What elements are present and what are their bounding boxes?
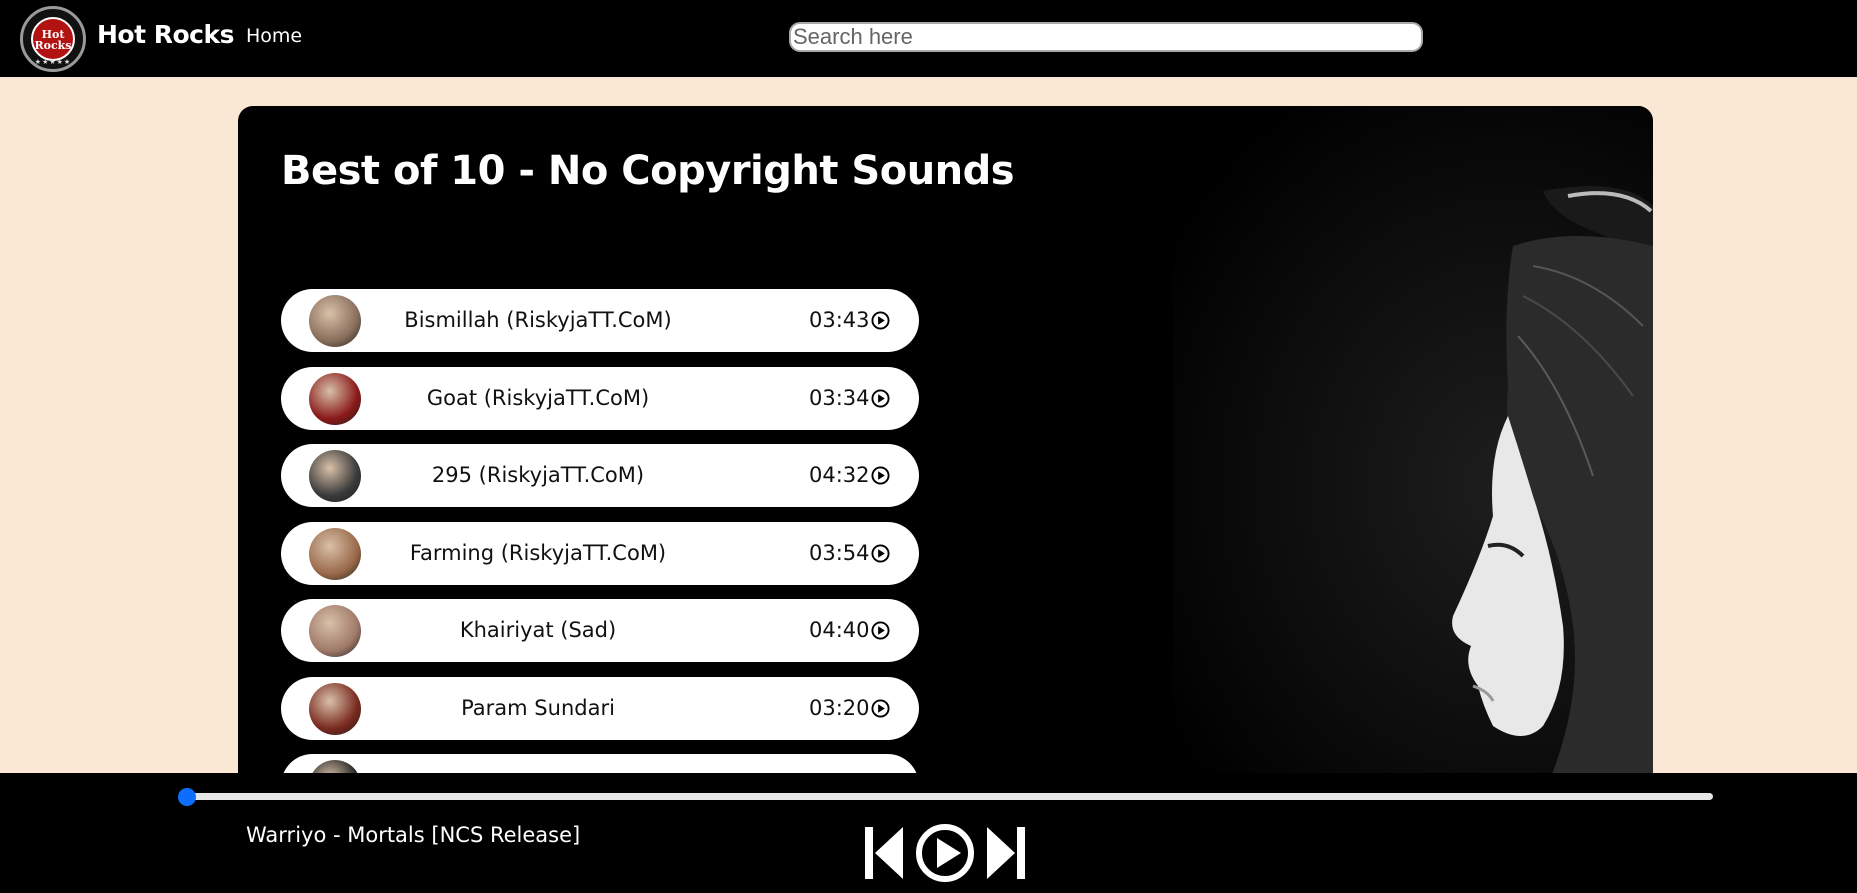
song-thumbnail <box>309 372 361 425</box>
search-input[interactable] <box>789 22 1423 52</box>
play-circle-icon[interactable] <box>871 311 890 330</box>
audio-player-bar: Warriyo - Mortals [NCS Release] <box>0 773 1857 893</box>
navbar: Hot Rocks ★★★★★ Hot Rocks Home <box>0 0 1857 77</box>
play-circle-icon[interactable] <box>871 698 890 718</box>
song-duration: 03:20 <box>809 695 870 720</box>
song-item[interactable]: Khairiyat (Sad) 04:40 <box>281 599 919 662</box>
song-duration: 03:54 <box>809 540 870 565</box>
playlist-title: Best of 10 - No Copyright Sounds <box>281 148 1015 194</box>
song-thumbnail <box>309 682 361 735</box>
song-thumbnail <box>309 527 361 580</box>
brand-name[interactable]: Hot Rocks <box>97 20 235 49</box>
logo-stars: ★★★★★ <box>34 58 72 66</box>
logo[interactable]: Hot Rocks ★★★★★ <box>20 6 86 72</box>
progress-slider-handle[interactable] <box>178 788 196 806</box>
song-title: Farming (RiskyjaTT.CoM) <box>409 540 667 565</box>
previous-icon[interactable] <box>863 825 905 881</box>
song-duration: 03:43 <box>809 308 870 332</box>
song-duration: 04:40 <box>809 618 870 642</box>
song-title: Param Sundari <box>461 695 615 720</box>
logo-text-bottom: Rocks <box>34 39 72 52</box>
nav-link-home[interactable]: Home <box>246 25 302 47</box>
song-title: Goat (RiskyjaTT.CoM) <box>426 385 650 410</box>
song-item[interactable]: Bismillah (RiskyjaTT.CoM) 03:43 <box>281 289 919 352</box>
song-thumbnail <box>309 605 361 657</box>
song-title: Bismillah (RiskyjaTT.CoM) <box>404 308 672 332</box>
background-image <box>1173 106 1653 796</box>
song-list: Bismillah (RiskyjaTT.CoM) 03:43 Goat (Ri… <box>281 289 919 796</box>
song-item[interactable]: Param Sundari 03:20 <box>281 676 919 740</box>
song-duration: 03:34 <box>809 385 870 410</box>
song-title: Khairiyat (Sad) <box>459 618 617 642</box>
next-icon[interactable] <box>985 825 1027 881</box>
playlist-panel: Best of 10 - No Copyright Sounds Bismill… <box>238 106 1653 796</box>
song-title: 295 (RiskyjaTT.CoM) <box>431 463 645 487</box>
play-icon[interactable] <box>915 823 975 883</box>
song-thumbnail <box>309 295 361 347</box>
song-item[interactable]: Goat (RiskyjaTT.CoM) 03:34 <box>281 366 919 430</box>
song-item[interactable]: Farming (RiskyjaTT.CoM) 03:54 <box>281 521 919 585</box>
play-circle-icon[interactable] <box>871 621 890 640</box>
song-thumbnail <box>309 450 361 502</box>
song-item[interactable]: 295 (RiskyjaTT.CoM) 04:32 <box>281 444 919 507</box>
song-duration: 04:32 <box>809 463 870 487</box>
woman-portrait-image <box>1452 186 1653 796</box>
play-circle-icon[interactable] <box>871 543 890 563</box>
now-playing-title: Warriyo - Mortals [NCS Release] <box>246 823 581 847</box>
play-circle-icon[interactable] <box>871 466 890 485</box>
play-circle-icon[interactable] <box>871 388 890 408</box>
logo-badge: Hot Rocks <box>31 17 75 61</box>
progress-bar[interactable] <box>186 793 1713 800</box>
